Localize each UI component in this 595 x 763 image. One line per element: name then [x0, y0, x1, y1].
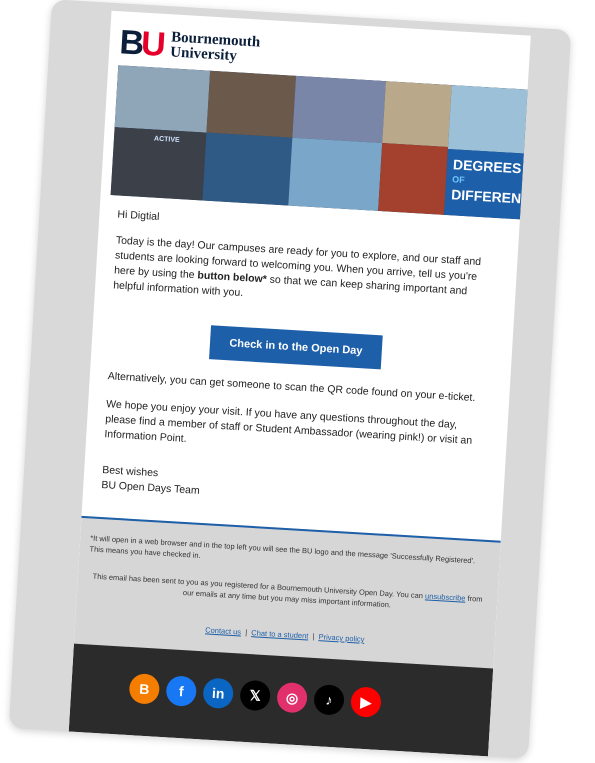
signoff: Best wishes BU Open Days Team — [101, 464, 201, 497]
blogger-icon[interactable]: B — [128, 673, 161, 705]
banner-photo — [447, 85, 531, 155]
check-in-button[interactable]: Check in to the Open Day — [209, 325, 383, 370]
degrees-of-difference-badge: DEGREES OF DIFFERENCE — [444, 148, 531, 220]
campus-banner: ACTIVE DEGREES OF DIFFERENCE — [110, 65, 531, 220]
facebook-icon[interactable]: f — [165, 675, 198, 707]
privacy-policy-link[interactable]: Privacy policy — [318, 632, 364, 644]
banner-photo — [292, 75, 386, 144]
checkin-footnote: *It will open in a web browser and in th… — [89, 533, 476, 566]
email-card: BU Bournemouth University ACTIVE DEGREES… — [8, 0, 572, 759]
banner-photo — [378, 143, 449, 215]
banner-photo: ACTIVE — [110, 127, 207, 201]
banner-photo — [206, 70, 296, 138]
banner-photo — [288, 137, 383, 211]
x-icon[interactable]: 𝕏 — [239, 679, 272, 712]
intro-paragraph: Today is the day! Our campuses are ready… — [112, 234, 482, 300]
contact-us-link[interactable]: Contact us — [205, 625, 241, 636]
logo-wordmark: Bournemouth University — [169, 29, 261, 65]
banner-photo — [114, 65, 211, 133]
bu-logo[interactable]: BU Bournemouth University — [118, 23, 261, 67]
logo-mark: BU — [118, 23, 164, 64]
chat-to-student-link[interactable]: Chat to a student — [251, 628, 309, 640]
instagram-icon[interactable]: ◎ — [276, 681, 308, 714]
linkedin-icon[interactable]: in — [202, 677, 235, 710]
banner-photo — [382, 81, 452, 147]
banner-photo — [202, 132, 293, 206]
youtube-icon[interactable]: ▶ — [350, 686, 382, 718]
unsubscribe-link[interactable]: unsubscribe — [425, 591, 466, 602]
email-notice: This email has been sent to you as you r… — [92, 571, 483, 610]
email-body: BU Bournemouth University ACTIVE DEGREES… — [68, 10, 531, 757]
visit-paragraph: We hope you enjoy your visit. If you hav… — [104, 398, 473, 447]
social-icons: Bf in 𝕏 ◎ ♪ ▶ — [128, 673, 389, 718]
tiktok-icon[interactable]: ♪ — [313, 684, 345, 716]
